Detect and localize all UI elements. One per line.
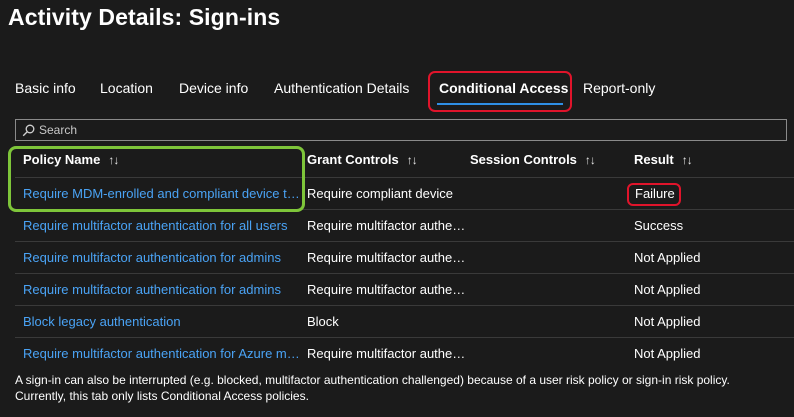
column-header-label: Grant Controls	[307, 152, 399, 167]
column-header-session-controls[interactable]: Session Controls ↑↓	[470, 152, 596, 167]
result-cell: Not Applied	[634, 346, 701, 361]
search-icon	[22, 124, 35, 136]
search-input[interactable]	[39, 123, 779, 137]
grant-controls-cell: Require multifactor authentication	[307, 282, 467, 297]
grant-controls-cell: Require multifactor authentication	[307, 218, 467, 233]
sort-icon[interactable]: ↑↓	[682, 153, 693, 167]
tab-basic-info[interactable]: Basic info	[15, 80, 76, 96]
table-row[interactable]: Require multifactor authentication for a…	[15, 242, 794, 274]
policy-name-link[interactable]: Block legacy authentication	[23, 314, 303, 329]
table-row[interactable]: Block legacy authentication Block Not Ap…	[15, 306, 794, 338]
policy-name-link[interactable]: Require multifactor authentication for a…	[23, 250, 303, 265]
grant-controls-cell: Block	[307, 314, 339, 329]
policy-name-link[interactable]: Require multifactor authentication for a…	[23, 218, 303, 233]
result-cell: Success	[634, 218, 684, 233]
sort-icon[interactable]: ↑↓	[108, 153, 119, 167]
table-row[interactable]: Require multifactor authentication for a…	[15, 210, 794, 242]
active-tab-indicator	[437, 103, 563, 105]
footnote: A sign-in can also be interrupted (e.g. …	[15, 372, 794, 404]
footnote-line: Currently, this tab only lists Condition…	[15, 389, 309, 403]
result-cell: Failure	[635, 186, 675, 201]
grant-controls-cell: Require multifactor authentication	[307, 346, 467, 361]
result-cell: Not Applied	[634, 250, 701, 265]
policy-name-link[interactable]: Require multifactor authentication for a…	[23, 282, 303, 297]
sort-icon[interactable]: ↑↓	[407, 153, 418, 167]
policy-name-link[interactable]: Require MDM-enrolled and compliant devic…	[23, 186, 303, 201]
tab-report-only[interactable]: Report-only	[583, 80, 655, 96]
tab-conditional-access[interactable]: Conditional Access	[439, 80, 568, 96]
table-row[interactable]: Require multifactor authentication for A…	[15, 338, 794, 370]
tab-location[interactable]: Location	[100, 80, 153, 96]
footnote-line: A sign-in can also be interrupted (e.g. …	[15, 373, 730, 387]
sort-icon[interactable]: ↑↓	[585, 153, 596, 167]
tab-bar: Basic info Location Device info Authenti…	[0, 72, 794, 112]
column-header-result[interactable]: Result ↑↓	[634, 152, 693, 167]
table-row[interactable]: Require multifactor authentication for a…	[15, 274, 794, 306]
table-header: Policy Name ↑↓ Grant Controls ↑↓ Session…	[15, 145, 794, 178]
column-header-label: Policy Name	[23, 152, 101, 167]
column-header-grant-controls[interactable]: Grant Controls ↑↓	[307, 152, 418, 167]
search-box[interactable]	[15, 119, 787, 141]
tab-authentication-details[interactable]: Authentication Details	[274, 80, 409, 96]
grant-controls-cell: Require multifactor authentication	[307, 250, 467, 265]
policy-name-link[interactable]: Require multifactor authentication for A…	[23, 346, 303, 361]
page-title: Activity Details: Sign-ins	[8, 4, 281, 30]
column-header-label: Result	[634, 152, 674, 167]
result-cell: Not Applied	[634, 314, 701, 329]
column-header-policy-name[interactable]: Policy Name ↑↓	[23, 152, 119, 167]
tab-device-info[interactable]: Device info	[179, 80, 248, 96]
table-row[interactable]: Require MDM-enrolled and compliant devic…	[15, 178, 794, 210]
result-cell: Not Applied	[634, 282, 701, 297]
column-header-label: Session Controls	[470, 152, 577, 167]
grant-controls-cell: Require compliant device	[307, 186, 453, 201]
